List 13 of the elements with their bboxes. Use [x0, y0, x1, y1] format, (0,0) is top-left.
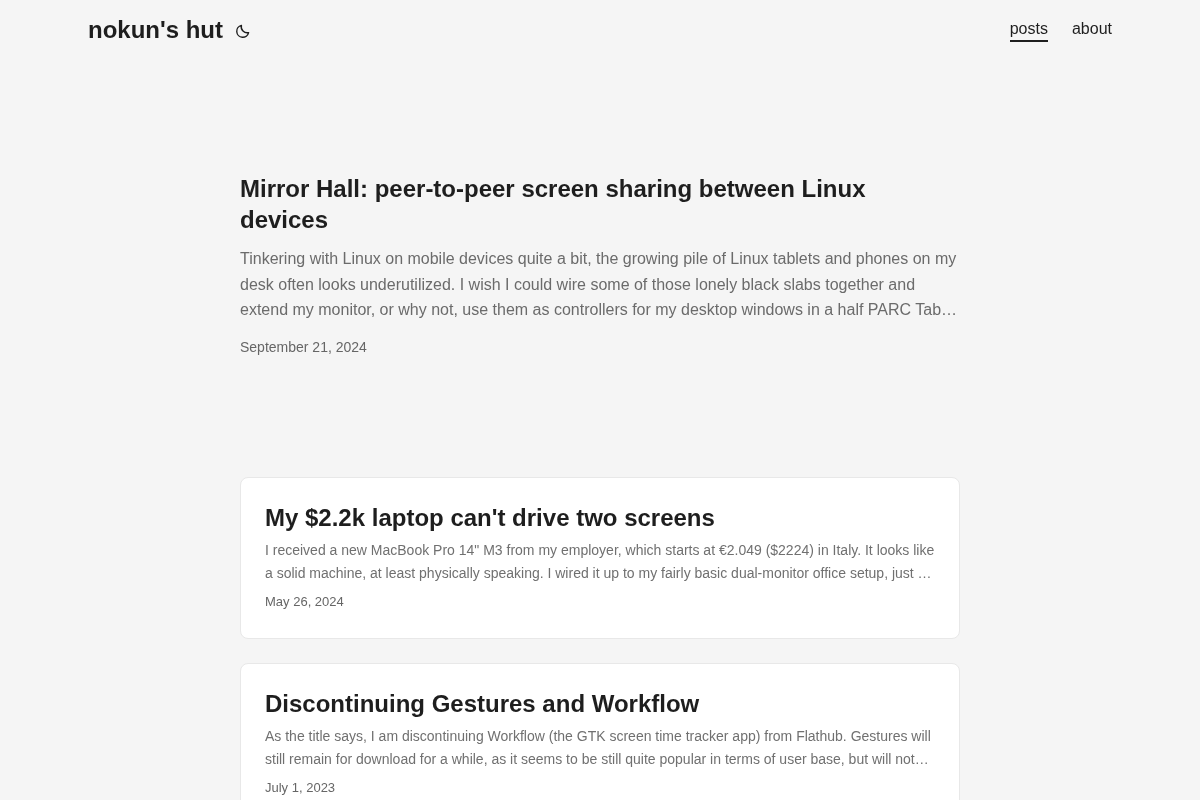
nav-link[interactable]: posts [1009, 18, 1048, 42]
post-title-link[interactable]: My $2.2k laptop can't drive two screens [265, 502, 935, 533]
post-date: July 1, 2023 [265, 779, 337, 797]
post-title-link[interactable]: Discontinuing Gestures and Workflow [265, 688, 935, 719]
nav-link[interactable]: about [1071, 18, 1112, 42]
post-date: May 26, 2024 [265, 593, 345, 611]
post-excerpt: Tinkering with Linux on mobile devices quite a bit, the growing pile of Linux tablets and phones on my desk often looks underutilized. I wish I could wire some of those lonely black slabs together and extend my monitor, or why not, use them as controllers for my desktop windows in a half PARC Tab… [240, 249, 959, 321]
post-excerpt: As the title says, I am discontinuing Workflow (the GTK screen time tracker app) from Flathub. Gestures will still remain for download for a while, as it seems to be still quite popular in terms of user base, but will not… [265, 727, 932, 769]
post-excerpt: I received a new MacBook Pro 14" M3 from my employer, which starts at €2.049 ($2224) in Italy. It looks like a solid machine, at least physically speaking. I wired it up to my fairly basic dual-monitor office setup, just … [265, 541, 935, 583]
site-title-link[interactable]: nokun's hut [88, 15, 224, 45]
moon-icon [235, 23, 252, 39]
post-title-link[interactable]: Mirror Hall: peer-to-peer screen sharing between Linux devices [240, 173, 960, 235]
post-date: September 21, 2024 [240, 337, 368, 357]
